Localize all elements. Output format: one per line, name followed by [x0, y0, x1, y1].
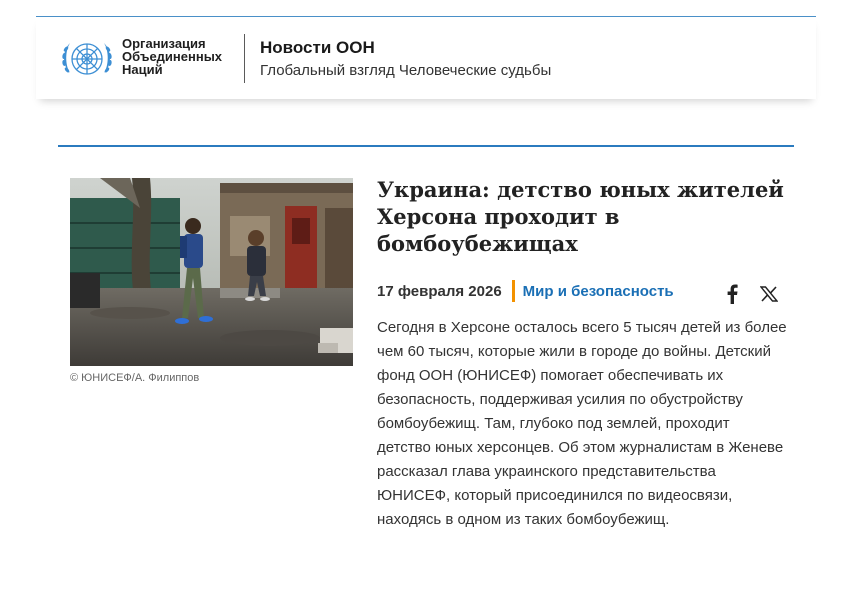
un-emblem-icon[interactable]: [58, 35, 116, 83]
article-meta: 17 февраля 2026 Мир и безопасность: [377, 280, 674, 302]
article-photo[interactable]: [70, 178, 353, 366]
header-divider: [244, 34, 245, 83]
site-header: Организация Объединенных Наций Новости О…: [36, 16, 816, 99]
photo-credit: © ЮНИСЕФ/А. Филиппов: [70, 372, 200, 384]
meta-separator: [511, 280, 515, 302]
article-summary: Сегодня в Херсоне осталось всего 5 тысяч…: [377, 319, 787, 528]
section-divider: [58, 145, 794, 147]
category-link[interactable]: Мир и безопасность: [523, 283, 674, 300]
org-name-line: Наций: [122, 62, 163, 77]
un-org-name: Организация Объединенных Наций: [122, 37, 222, 76]
site-title[interactable]: Новости ООН: [260, 38, 375, 58]
site-tagline: Глобальный взгляд Человеческие судьбы: [260, 62, 552, 79]
facebook-icon[interactable]: [726, 284, 738, 304]
article-headline[interactable]: Украина: детство юных жителей Херсона пр…: [377, 176, 797, 257]
article-date: 17 февраля 2026: [377, 282, 502, 300]
x-twitter-icon[interactable]: [760, 286, 778, 302]
